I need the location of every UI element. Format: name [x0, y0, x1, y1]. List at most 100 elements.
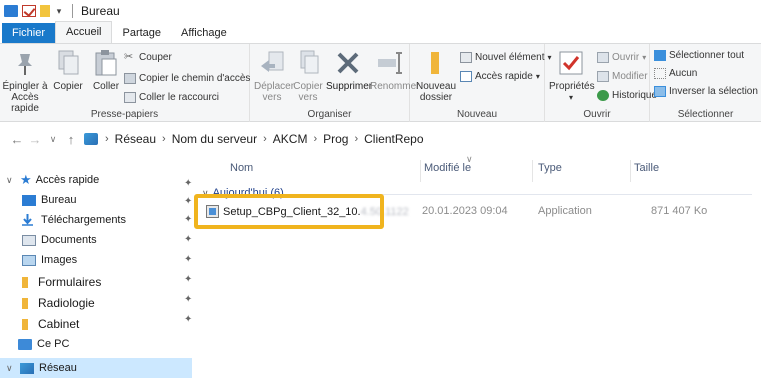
new-item-button[interactable]: Nouvel élément ▾ [460, 52, 552, 63]
column-divider[interactable] [630, 160, 631, 182]
new-folder-button[interactable]: Nouveau dossier [416, 48, 456, 103]
open-button[interactable]: Ouvrir ▾ [597, 52, 646, 63]
nav-quick-access[interactable]: ∨ ★ Accès rapide [6, 170, 99, 190]
up-arrow-icon[interactable]: ↑ [62, 132, 80, 147]
breadcrumb-separator-icon[interactable]: › [310, 133, 320, 145]
select-group-label: Sélectionner [677, 109, 734, 120]
copy-path-button[interactable]: Copier le chemin d'accès [124, 73, 250, 84]
nav-item-radiologie[interactable]: Radiologie [22, 293, 95, 313]
breadcrumb-server[interactable]: Nom du serveur [169, 132, 260, 146]
nav-item-cabinet[interactable]: Cabinet [22, 314, 79, 334]
folder-icon [4, 5, 18, 17]
column-header-size[interactable]: Taille [634, 162, 659, 174]
copy-label: Copier [53, 81, 83, 92]
nav-item-downloads[interactable]: Téléchargements [22, 210, 126, 230]
file-modified: 20.01.2023 09:04 [422, 205, 508, 217]
pin-label-line1: Épingler à [2, 81, 48, 92]
open-group: Propriétés ▾ Ouvrir ▾ Modifier Historiqu… [545, 44, 657, 122]
column-header-name[interactable]: Nom [230, 162, 253, 174]
select-all-button[interactable]: Sélectionner tout [654, 50, 744, 61]
organize-group-label: Organiser [307, 109, 352, 120]
properties-button[interactable]: Propriétés ▾ [549, 48, 595, 103]
nav-item-images[interactable]: Images [22, 250, 77, 270]
invert-selection-icon [654, 86, 666, 97]
delete-x-icon [333, 48, 363, 78]
breadcrumb-separator-icon[interactable]: › [260, 133, 270, 145]
cut-button[interactable]: ✂ Couper [124, 52, 172, 64]
new-folder-quick-icon[interactable] [40, 5, 50, 17]
breadcrumb-network[interactable]: Réseau [112, 132, 159, 146]
new-folder-icon [421, 48, 451, 78]
modify-icon [597, 71, 609, 82]
breadcrumb-prog[interactable]: Prog [320, 132, 351, 146]
nav-item-label: Radiologie [38, 296, 95, 310]
select-none-label: Aucun [669, 68, 698, 79]
back-arrow-icon[interactable]: ← [8, 132, 26, 147]
breadcrumb-separator-icon[interactable]: › [351, 133, 361, 145]
new-group-label: Nouveau [456, 109, 498, 120]
nav-item-label: Documents [41, 234, 97, 246]
clipboard-group-label: Presse-papiers [90, 109, 159, 120]
breadcrumb-akcm[interactable]: AKCM [270, 132, 311, 146]
copy-button[interactable]: Copier [50, 48, 86, 92]
ribbon: Épingler à Accès rapide Copier Coller ✂ … [0, 44, 761, 122]
column-divider[interactable] [420, 160, 421, 182]
clipboard-group: Épingler à Accès rapide Copier Coller ✂ … [0, 44, 250, 122]
history-button[interactable]: Historique [597, 90, 657, 101]
breadcrumb-clientrepo[interactable]: ClientRepo [361, 132, 426, 146]
nav-item-documents[interactable]: Documents [22, 230, 97, 250]
expand-chevron-icon[interactable]: ∨ [6, 175, 20, 186]
new-folder-label-line2: dossier [419, 92, 453, 103]
modify-label: Modifier [612, 71, 648, 82]
nav-network-label: Réseau [39, 362, 77, 374]
select-all-label: Sélectionner tout [669, 50, 745, 61]
easy-access-button[interactable]: Accès rapide ▾ [460, 71, 540, 82]
expand-chevron-icon[interactable]: ∨ [6, 363, 20, 374]
modify-button[interactable]: Modifier [597, 71, 648, 82]
history-icon [597, 90, 609, 101]
folder-icon [22, 318, 28, 330]
copy-to-button[interactable]: Copier vers [292, 48, 324, 103]
tab-file[interactable]: Fichier [2, 23, 56, 43]
open-dropdown-icon: ▾ [642, 53, 647, 62]
nav-item-bureau[interactable]: Bureau [22, 190, 76, 210]
paste-shortcut-button[interactable]: Coller le raccourci [124, 92, 219, 103]
paste-button[interactable]: Coller [88, 48, 124, 92]
paste-shortcut-label: Coller le raccourci [139, 92, 220, 103]
nav-item-label: Formulaires [38, 275, 102, 289]
rename-icon [375, 48, 405, 78]
new-group: Nouveau dossier Nouvel élément ▾ Accès r… [410, 44, 552, 122]
copy-to-label-line1: Copier [293, 81, 323, 92]
breadcrumb-separator-icon[interactable]: › [159, 133, 169, 145]
delete-button[interactable]: Supprimer [326, 48, 372, 92]
move-to-icon [257, 48, 287, 78]
column-header-modified[interactable]: Modifié le [424, 162, 471, 174]
tab-view[interactable]: Affichage [171, 23, 237, 43]
rename-button[interactable]: Renommer [370, 48, 419, 92]
nav-network[interactable]: ∨ Réseau [0, 358, 192, 378]
tab-share[interactable]: Partage [112, 23, 171, 43]
forward-arrow-icon[interactable]: → [26, 132, 44, 147]
recent-locations-chevron-icon[interactable]: ∨ [44, 134, 62, 145]
properties-quick-icon[interactable] [22, 5, 36, 17]
nav-quick-access-label: Accès rapide [35, 174, 100, 186]
nav-this-pc[interactable]: Ce PC [18, 334, 69, 354]
customize-toolbar-chevron-icon[interactable]: ▾ [54, 6, 64, 17]
tab-home[interactable]: Accueil [55, 21, 113, 43]
move-to-button[interactable]: Déplacer vers [254, 48, 294, 103]
column-header-type[interactable]: Type [538, 162, 562, 174]
nav-item-formulaires[interactable]: Formulaires [22, 272, 101, 292]
invert-selection-button[interactable]: Inverser la sélection [654, 86, 758, 97]
window-title: Bureau [81, 4, 120, 18]
copy-to-label-line2: vers [298, 92, 318, 103]
sort-chevron-icon: ∨ [466, 154, 473, 164]
images-icon [22, 254, 36, 266]
column-divider[interactable] [532, 160, 533, 182]
select-none-button[interactable]: Aucun [654, 68, 697, 79]
address-bar: ← → ∨ ↑ › Réseau › Nom du serveur › AKCM… [0, 122, 761, 156]
easy-access-label: Accès rapide [475, 71, 533, 82]
paste-icon [91, 48, 121, 78]
breadcrumb-separator-icon[interactable]: › [102, 133, 112, 145]
select-group: Sélectionner tout Aucun Inverser la séle… [650, 44, 761, 122]
pin-button[interactable]: Épingler à Accès rapide [2, 48, 48, 114]
